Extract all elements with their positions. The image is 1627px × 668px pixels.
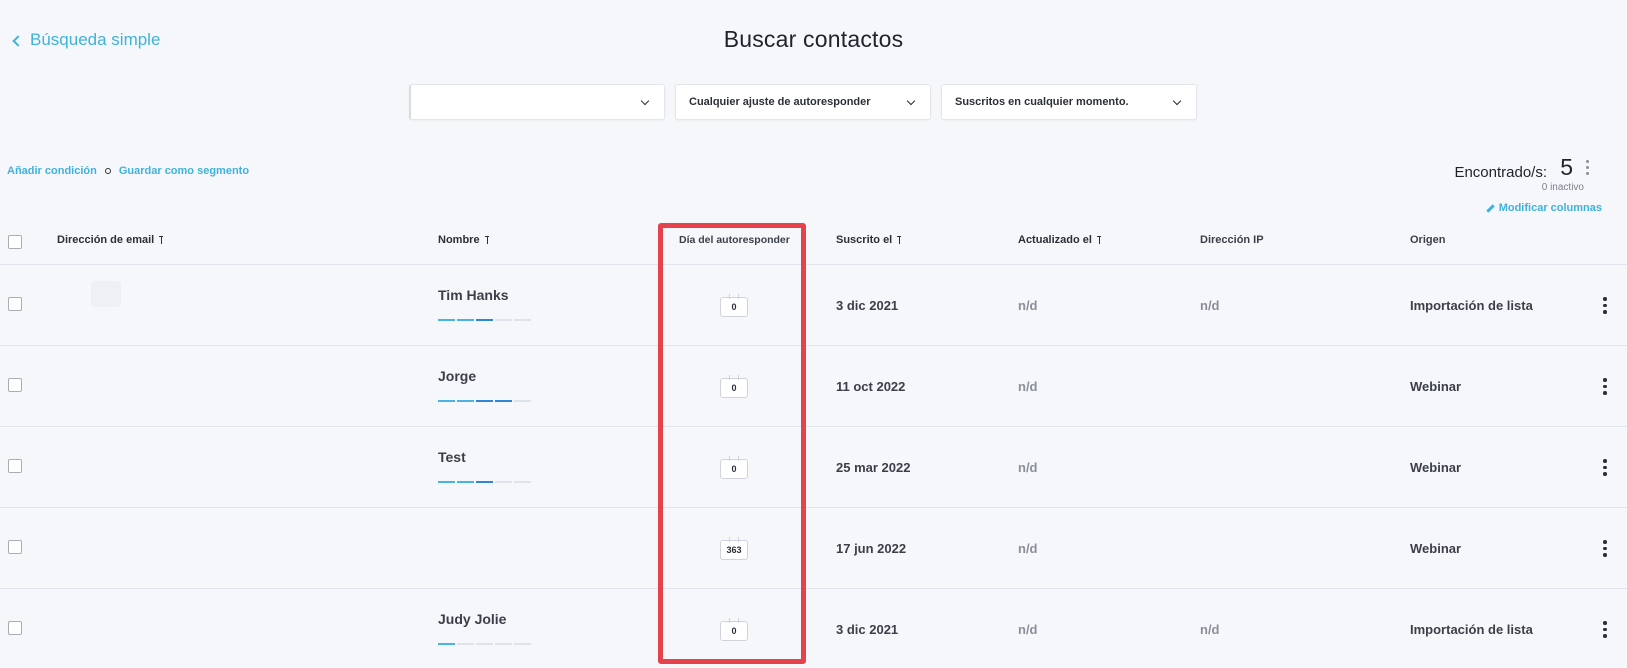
updated-date: n/d — [1018, 541, 1038, 556]
row-menu-icon[interactable] — [1603, 540, 1607, 557]
pencil-icon — [1485, 203, 1495, 213]
autoresponder-day-badge: 0 — [720, 456, 748, 479]
updated-date: n/d — [1018, 298, 1038, 313]
row-menu-icon[interactable] — [1603, 459, 1607, 476]
subscribed-date: 11 oct 2022 — [836, 379, 906, 394]
contact-name[interactable]: Judy Jolie — [438, 611, 506, 627]
contact-name[interactable]: Jorge — [438, 368, 476, 384]
updated-date: n/d — [1018, 622, 1038, 637]
row-menu-icon[interactable] — [1603, 378, 1607, 395]
add-condition-link[interactable]: Añadir condición — [7, 165, 97, 177]
autoresponder-filter-value: Cualquier ajuste de autoresponder — [689, 96, 871, 108]
column-header-origin-label: Origen — [1410, 234, 1446, 246]
modify-columns-label: Modificar columnas — [1498, 202, 1602, 214]
found-count: 5 — [1560, 154, 1573, 180]
sort-icon — [484, 236, 492, 244]
column-header-ip-label: Dirección IP — [1200, 234, 1264, 246]
table-row[interactable]: Tim Hanks 0 3 dic 2021 n/d n/d Importaci… — [0, 265, 1627, 346]
sort-icon — [1096, 236, 1104, 244]
subscribed-date: 25 mar 2022 — [836, 460, 911, 475]
origin: Importación de lista — [1410, 622, 1533, 637]
contact-name[interactable]: Test — [438, 449, 466, 465]
column-header-subscribed[interactable]: Suscrito el — [836, 234, 904, 246]
row-checkbox[interactable] — [8, 621, 22, 635]
search-actions: Añadir condición Guardar como segmento — [7, 165, 249, 177]
sort-icon — [159, 236, 166, 244]
table-header: Dirección de email Nombre Día del autore… — [0, 222, 1627, 265]
autoresponder-day-badge: 0 — [720, 618, 748, 641]
row-checkbox[interactable] — [8, 459, 22, 473]
inactive-count: 0 inactivo — [1541, 182, 1584, 193]
list-filter-select[interactable] — [409, 84, 665, 120]
engagement-bar — [438, 643, 531, 645]
column-header-ip: Dirección IP — [1200, 234, 1264, 246]
updated-date: n/d — [1018, 379, 1038, 394]
autoresponder-day-badge: 363 — [720, 537, 748, 560]
column-header-subscribed-label: Suscrito el — [836, 234, 893, 246]
save-segment-link[interactable]: Guardar como segmento — [119, 165, 249, 177]
sort-icon — [897, 236, 904, 244]
engagement-bar — [438, 319, 531, 321]
autoresponder-filter-select[interactable]: Cualquier ajuste de autoresponder — [675, 84, 931, 120]
engagement-bar — [438, 400, 531, 402]
filter-bar: Cualquier ajuste de autoresponder Suscri… — [409, 84, 1197, 120]
email-redacted — [91, 281, 121, 307]
column-header-updated-label: Actualizado el — [1018, 234, 1092, 246]
origin: Webinar — [1410, 541, 1462, 556]
chevron-down-icon — [906, 96, 916, 105]
table-row[interactable]: Test 0 25 mar 2022 n/d Webinar — [0, 427, 1627, 508]
origin: Webinar — [1410, 379, 1462, 394]
subscribed-date: 17 jun 2022 — [836, 541, 907, 556]
subscribed-date: 3 dic 2021 — [836, 622, 899, 637]
results-menu-icon[interactable] — [1586, 160, 1590, 175]
column-header-name[interactable]: Nombre — [438, 234, 492, 246]
column-header-origin: Origen — [1410, 234, 1445, 246]
column-header-updated[interactable]: Actualizado el — [1018, 234, 1104, 246]
row-checkbox[interactable] — [8, 540, 22, 554]
subscribed-date: 3 dic 2021 — [836, 298, 899, 313]
chevron-down-icon — [640, 96, 650, 105]
column-header-email[interactable]: Dirección de email — [57, 234, 166, 246]
column-header-day-label: Día del autoresponder — [679, 234, 790, 246]
contact-name[interactable]: Tim Hanks — [438, 287, 509, 303]
autoresponder-day-badge: 0 — [720, 375, 748, 398]
page-title: Buscar contactos — [723, 26, 904, 52]
column-header-email-label: Dirección de email — [57, 234, 155, 246]
row-menu-icon[interactable] — [1603, 297, 1607, 314]
table-row[interactable]: Jorge 0 11 oct 2022 n/d Webinar — [0, 346, 1627, 427]
origin: Importación de lista — [1410, 298, 1533, 313]
modify-columns-link[interactable]: Modificar columnas — [1485, 202, 1602, 214]
column-header-autoresponder-day[interactable]: Día del autoresponder — [679, 234, 790, 246]
table-row[interactable]: Judy Jolie 0 3 dic 2021 n/d n/d Importac… — [0, 589, 1627, 668]
separator-dot-icon — [104, 168, 111, 174]
table-row[interactable]: 363 17 jun 2022 n/d Webinar — [0, 508, 1627, 589]
origin: Webinar — [1410, 460, 1462, 475]
found-label: Encontrado/s: — [1454, 164, 1547, 181]
column-header-name-label: Nombre — [438, 234, 480, 246]
subscribed-filter-select[interactable]: Suscritos en cualquier momento. — [941, 84, 1197, 120]
subscribed-filter-value: Suscritos en cualquier momento. — [955, 96, 1129, 108]
ip-address: n/d — [1200, 298, 1220, 313]
ip-address: n/d — [1200, 622, 1220, 637]
row-checkbox[interactable] — [8, 297, 22, 311]
engagement-bar — [438, 481, 531, 483]
row-checkbox[interactable] — [8, 378, 22, 392]
select-all-checkbox[interactable] — [8, 235, 22, 249]
row-menu-icon[interactable] — [1603, 621, 1607, 638]
chevron-down-icon — [1172, 96, 1182, 105]
autoresponder-day-badge: 0 — [720, 294, 748, 317]
updated-date: n/d — [1018, 460, 1038, 475]
